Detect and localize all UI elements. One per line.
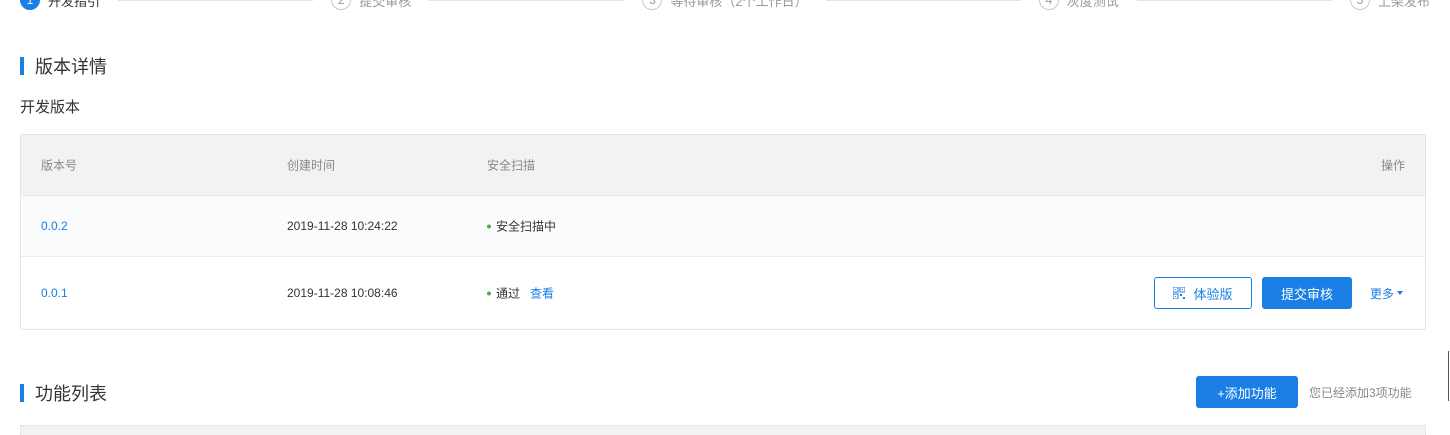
- title-accent-bar: [20, 384, 24, 402]
- header-scan: 安全扫描: [487, 158, 536, 173]
- dev-version-subtitle: 开发版本: [20, 99, 81, 116]
- scan-status: 通过 查看: [487, 285, 554, 302]
- step-connector: [429, 0, 625, 1]
- scan-status: 安全扫描中: [487, 218, 556, 235]
- caret-down-icon: [1397, 291, 1403, 295]
- step-connector: [1136, 0, 1332, 1]
- section-title-text: 功能列表: [35, 384, 107, 404]
- header-ops: 操作: [1380, 158, 1405, 173]
- more-label: 更多: [1369, 286, 1394, 301]
- step-label: 等待审核（2个工作日）: [670, 0, 808, 9]
- feature-table-header: [20, 425, 1426, 435]
- page: 1 开发指引 2 提交审核 3 等待审核（2个工作日） 4 灰度测试 5 上架发…: [0, 0, 1450, 435]
- table-row: 0.0.1 2019-11-28 10:08:46 通过 查看 体验版 提交审核…: [21, 257, 1425, 329]
- header-created: 创建时间: [287, 158, 336, 173]
- step-number: 1: [20, 0, 40, 10]
- table-header: 版本号 创建时间 安全扫描 操作: [21, 135, 1425, 196]
- more-dropdown[interactable]: 更多: [1370, 285, 1403, 302]
- add-feature-button[interactable]: +添加功能: [1196, 376, 1298, 408]
- step-number: 3: [642, 0, 663, 10]
- step-number: 5: [1349, 0, 1370, 10]
- version-table: 版本号 创建时间 安全扫描 操作 0.0.2 2019-11-28 10:24:…: [20, 134, 1426, 330]
- feature-count-hint: 您已经添加3项功能: [1309, 386, 1412, 400]
- scrollbar[interactable]: [1448, 351, 1449, 401]
- qrcode-icon: [1173, 287, 1186, 299]
- step-5[interactable]: 5 上架发布: [1349, 0, 1430, 10]
- step-number: 4: [1038, 0, 1059, 10]
- section-title-text: 版本详情: [35, 57, 107, 77]
- step-connector: [825, 0, 1021, 1]
- step-1[interactable]: 1 开发指引: [20, 0, 100, 10]
- version-link[interactable]: 0.0.1: [41, 286, 68, 300]
- table-row: 0.0.2 2019-11-28 10:24:22 安全扫描中: [21, 196, 1425, 257]
- scan-status-text: 安全扫描中: [496, 219, 557, 234]
- step-2[interactable]: 2 提交审核: [331, 0, 411, 10]
- step-label: 提交审核: [359, 0, 412, 9]
- step-number: 2: [331, 0, 352, 10]
- trial-label: 体验版: [1193, 286, 1233, 302]
- view-scan-link[interactable]: 查看: [530, 285, 554, 302]
- created-time: 2019-11-28 10:08:46: [287, 286, 398, 300]
- trial-version-button[interactable]: 体验版: [1153, 277, 1252, 309]
- status-dot: [487, 291, 491, 295]
- step-3[interactable]: 3 等待审核（2个工作日）: [642, 0, 808, 10]
- submit-review-button[interactable]: 提交审核: [1261, 277, 1352, 309]
- step-4[interactable]: 4 灰度测试: [1038, 0, 1119, 10]
- step-label: 开发指引: [48, 0, 101, 9]
- created-time: 2019-11-28 10:24:22: [287, 219, 398, 233]
- step-label: 上架发布: [1377, 0, 1430, 9]
- step-label: 灰度测试: [1066, 0, 1119, 9]
- feature-section-title: 功能列表: [20, 380, 107, 406]
- row-actions: 体验版 提交审核 更多: [1153, 277, 1403, 309]
- scan-status-text: 通过: [496, 286, 521, 301]
- version-link[interactable]: 0.0.2: [41, 219, 68, 233]
- status-dot: [487, 224, 491, 228]
- header-version: 版本号: [41, 158, 78, 173]
- steps-bar: 1 开发指引 2 提交审核 3 等待审核（2个工作日） 4 灰度测试 5 上架发…: [20, 0, 1430, 11]
- step-connector: [118, 0, 314, 1]
- version-section-title: 版本详情: [20, 53, 107, 79]
- title-accent-bar: [20, 57, 24, 75]
